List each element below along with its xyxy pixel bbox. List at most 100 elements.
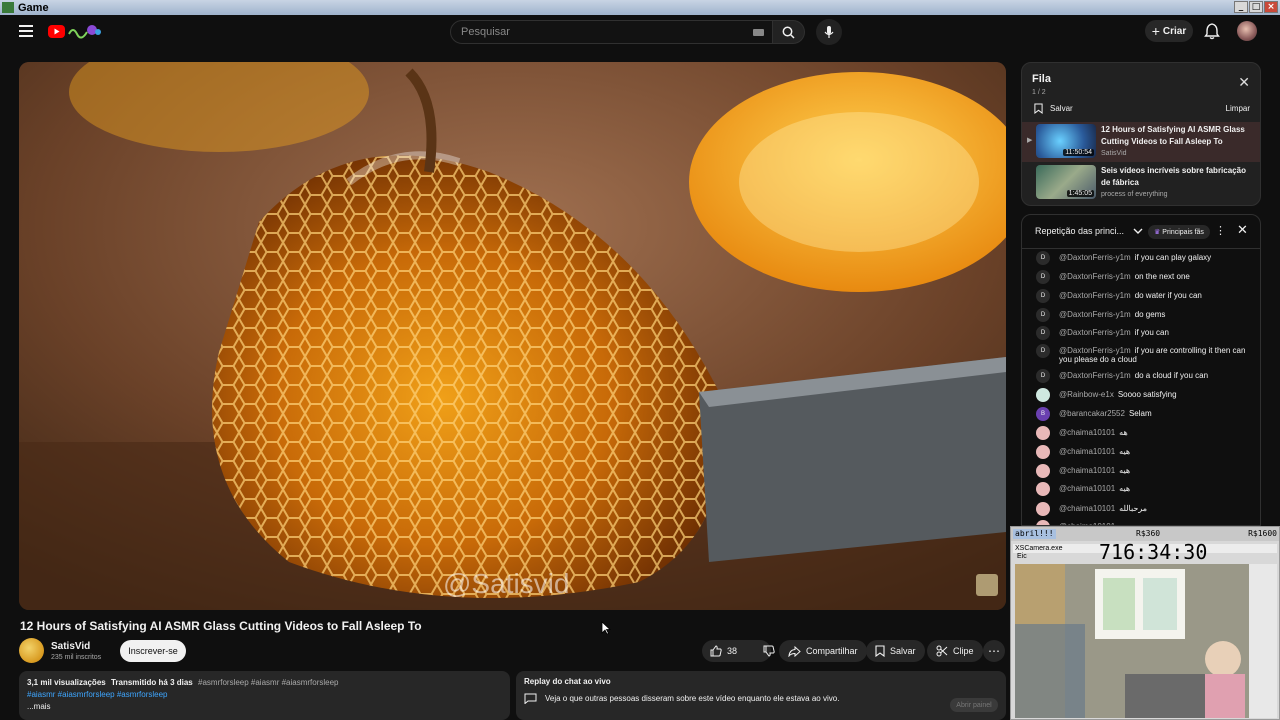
channel-name[interactable]: SatisVid <box>51 641 90 652</box>
chat-author-name[interactable]: @DaxtonFerris-y1m <box>1059 328 1131 337</box>
chat-author-avatar[interactable] <box>1036 445 1050 459</box>
like-button[interactable]: 38 <box>702 640 745 662</box>
chevron-down-icon[interactable] <box>1133 227 1143 235</box>
account-avatar[interactable] <box>1237 21 1257 41</box>
microphone-icon <box>824 26 834 38</box>
chat-author-name[interactable]: @chaima10101 <box>1059 484 1115 493</box>
chat-author-avatar[interactable] <box>1036 482 1050 496</box>
queue-item[interactable]: ▶ 11:50:54 12 Hours of Satisfying AI ASM… <box>1022 122 1260 162</box>
share-button[interactable]: Compartilhar <box>779 640 867 662</box>
chat-message-body: @DaxtonFerris-y1m on the next one <box>1059 270 1190 284</box>
video-title: 12 Hours of Satisfying AI ASMR Glass Cut… <box>20 619 422 633</box>
chat-message: @chaima10101 هيه <box>1036 464 1256 478</box>
chat-author-name[interactable]: @Rainbow-e1x <box>1059 390 1114 399</box>
chat-author-name[interactable]: @DaxtonFerris-y1m <box>1059 310 1131 319</box>
chat-author-name[interactable]: @DaxtonFerris-y1m <box>1059 291 1131 300</box>
chat-replay-text: Veja o que outras pessoas disseram sobre… <box>545 694 840 703</box>
chat-author-name[interactable]: @chaima10101 <box>1059 504 1115 513</box>
chat-author-avatar[interactable]: D <box>1036 308 1050 322</box>
more-actions-button[interactable]: ⋯ <box>983 640 1005 662</box>
chat-message-body: @chaima10101 هه <box>1059 426 1128 440</box>
open-panel-button[interactable]: Abrir painel <box>950 698 998 712</box>
stream-date: Transmitido há 3 dias <box>110 678 193 687</box>
description-box[interactable]: 3,1 mil visualizações Transmitido há 3 d… <box>19 671 510 720</box>
chat-message-body: @DaxtonFerris-y1m do gems <box>1059 308 1165 322</box>
chat-author-name[interactable]: @DaxtonFerris-y1m <box>1059 371 1131 380</box>
maximize-button[interactable]: □ <box>1249 1 1263 13</box>
subscribe-button[interactable]: Inscrever-se <box>120 640 186 662</box>
thumbs-down-icon <box>763 645 775 657</box>
chat-author-name[interactable]: @barancakar2552 <box>1059 409 1125 418</box>
chat-author-name[interactable]: @chaima10101 <box>1059 428 1115 437</box>
queue-duration: 11:50:54 <box>1063 149 1094 156</box>
queue-count: 1 / 2 <box>1032 89 1046 96</box>
close-chat-icon[interactable]: ✕ <box>1237 223 1248 238</box>
save-label: Salvar <box>890 646 916 656</box>
queue-clear-button[interactable]: Limpar <box>1226 104 1250 113</box>
chat-author-avatar[interactable]: D <box>1036 270 1050 284</box>
chat-message-text: Soooo satisfying <box>1117 390 1177 399</box>
clip-button[interactable]: Clipe <box>927 640 983 662</box>
chat-mode-label[interactable]: Repetição das princi... <box>1035 226 1124 236</box>
search-button[interactable] <box>773 20 805 44</box>
more-horizontal-icon: ⋯ <box>988 644 1000 658</box>
chat-author-avatar[interactable] <box>1036 464 1050 478</box>
like-dislike-group: 38 <box>702 640 775 662</box>
voice-search-button[interactable] <box>816 19 842 45</box>
chat-author-name[interactable]: @DaxtonFerris-y1m <box>1059 346 1131 355</box>
minimize-button[interactable]: _ <box>1234 1 1248 13</box>
chat-message-body: @barancakar2552 Selam <box>1059 407 1152 421</box>
keyboard-icon[interactable] <box>753 29 764 36</box>
top-fans-badge[interactable]: ♛ Principais fãs <box>1148 225 1210 239</box>
crown-icon: ♛ <box>1154 229 1161 236</box>
webcam-image <box>1015 564 1249 718</box>
close-window-button[interactable]: × <box>1264 1 1278 13</box>
chat-author-avatar[interactable]: D <box>1036 344 1050 358</box>
queue-panel: Fila 1 / 2 ✕ Salvar Limpar ▶ 11:50:54 12… <box>1021 62 1261 206</box>
chat-author-avatar[interactable]: D <box>1036 326 1050 340</box>
channel-avatar[interactable] <box>19 638 44 663</box>
close-queue-icon[interactable]: ✕ <box>1238 75 1250 91</box>
more-vert-icon[interactable]: ⋮ <box>1215 224 1226 237</box>
goal-mark-2: R$1600 <box>1248 529 1277 538</box>
youtube-logo[interactable] <box>47 22 103 42</box>
chat-author-avatar[interactable]: B <box>1036 407 1050 421</box>
chat-message-text: Selam <box>1128 409 1152 418</box>
chat-message-text: هيه <box>1119 484 1131 493</box>
chat-author-name[interactable]: @chaima10101 <box>1059 447 1115 456</box>
show-more-link[interactable]: ...mais <box>27 701 502 713</box>
search-input[interactable]: Pesquisar <box>450 20 773 44</box>
chat-author-avatar[interactable] <box>1036 388 1050 402</box>
top-fans-label: Principais fãs <box>1162 228 1204 236</box>
queue-thumbnail: 11:50:54 <box>1036 124 1096 158</box>
create-button[interactable]: + Criar <box>1145 20 1193 42</box>
video-player[interactable]: @Satisvid <box>19 62 1006 610</box>
chat-message: B @barancakar2552 Selam <box>1036 407 1256 421</box>
notifications-bell-icon[interactable] <box>1204 22 1220 40</box>
chat-message-text: do a cloud if you can <box>1134 371 1209 380</box>
channel-watermark-logo[interactable] <box>976 574 998 596</box>
save-button[interactable]: Salvar <box>866 640 925 662</box>
chat-author-name[interactable]: @DaxtonFerris-y1m <box>1059 253 1131 262</box>
chat-author-avatar[interactable] <box>1036 426 1050 440</box>
chat-author-name[interactable]: @DaxtonFerris-y1m <box>1059 272 1131 281</box>
bookmark-icon <box>875 645 885 657</box>
chat-replay-box: Replay do chat ao vivo Veja o que outras… <box>516 671 1006 720</box>
chat-author-avatar[interactable]: D <box>1036 251 1050 265</box>
chat-author-avatar[interactable]: D <box>1036 289 1050 303</box>
app-icon <box>2 2 14 13</box>
queue-item[interactable]: 1:45:05 Seis vídeos incríveis sobre fabr… <box>1022 163 1260 203</box>
goal-label: abril!!! <box>1013 529 1056 539</box>
chat-author-avatar[interactable] <box>1036 502 1050 516</box>
chat-author-avatar[interactable]: D <box>1036 369 1050 383</box>
menu-icon[interactable] <box>19 25 33 37</box>
chat-message-body: @DaxtonFerris-y1m do water if you can <box>1059 289 1202 303</box>
chat-message-body: @chaima10101 هيه <box>1059 482 1130 496</box>
window-title: Game <box>18 1 49 14</box>
chat-author-name[interactable]: @chaima10101 <box>1059 466 1115 475</box>
share-label: Compartilhar <box>806 646 858 656</box>
hashtag-links[interactable]: #aiasmr #aiasmrforsleep #asmrforsleep <box>27 689 502 701</box>
queue-save-button[interactable]: Salvar <box>1034 103 1073 114</box>
plus-icon: + <box>1151 23 1160 39</box>
chat-message-text: هيه <box>1119 447 1131 456</box>
